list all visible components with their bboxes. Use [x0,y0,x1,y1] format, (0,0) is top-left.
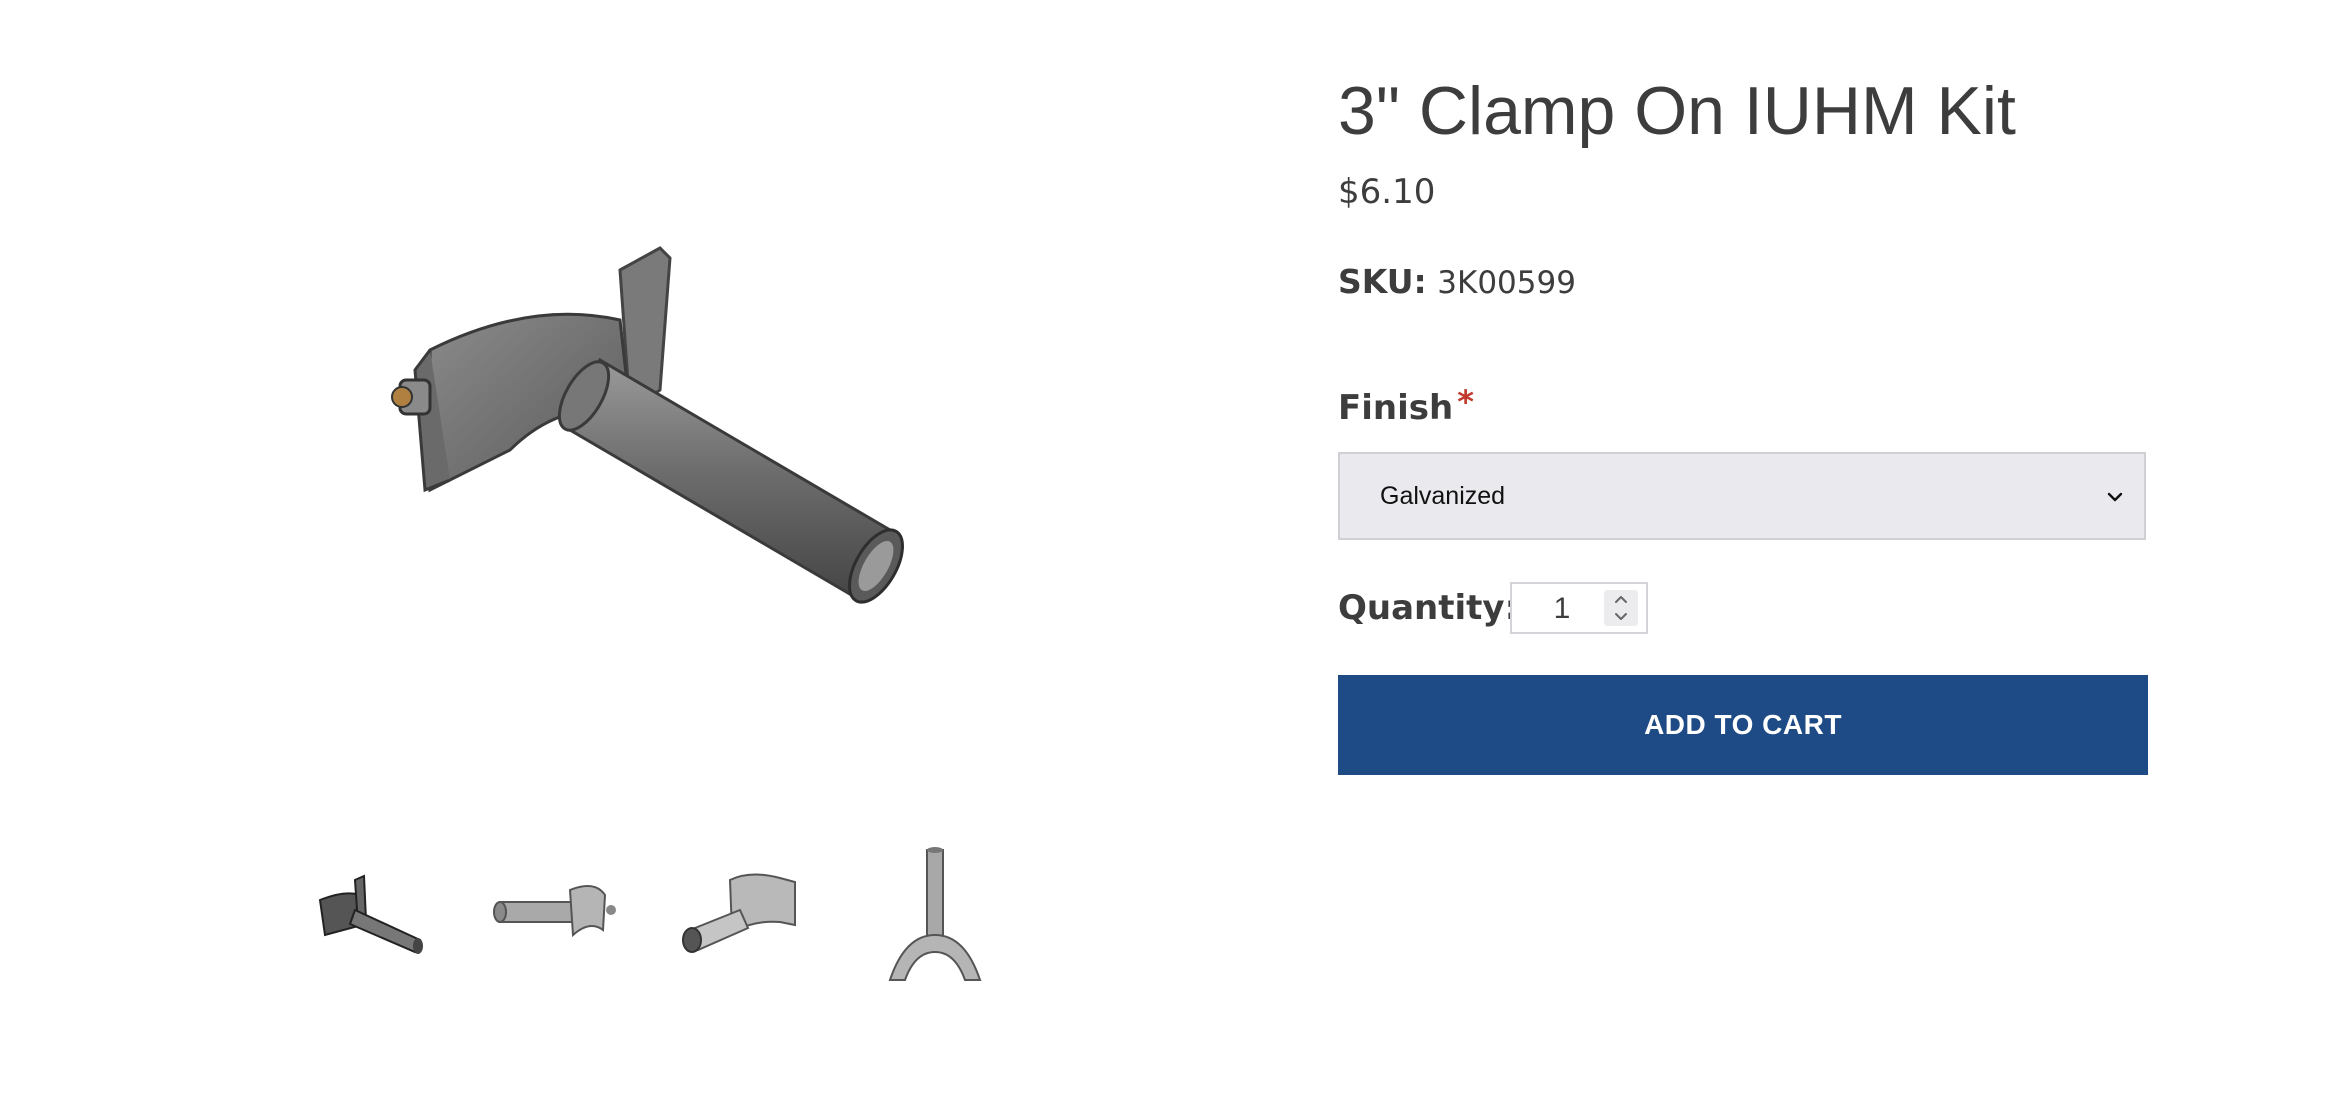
quantity-decrement[interactable] [1604,608,1638,626]
product-gallery [0,0,1250,1104]
thumbnail-3[interactable] [670,840,810,990]
thumbnail-strip [300,840,1000,990]
finish-label: Finish * [1338,383,1474,428]
thumbnail-4[interactable] [855,840,995,990]
required-marker: * [1457,383,1474,421]
product-title: 3" Clamp On IUHM Kit [1338,73,2016,149]
thumbnail-2[interactable] [485,840,625,990]
quantity-input[interactable]: 1 [1510,582,1648,634]
finish-label-text: Finish [1338,388,1454,428]
thumbnail-1[interactable] [300,840,440,990]
quantity-stepper[interactable] [1604,590,1638,626]
finish-select[interactable]: Galvanized [1338,452,2146,540]
product-price: $6.10 [1338,172,1436,212]
chevron-up-icon [1615,596,1627,603]
quantity-increment[interactable] [1604,590,1638,608]
quantity-value: 1 [1553,592,1571,625]
chevron-down-icon [1615,613,1627,620]
add-to-cart-button[interactable]: ADD TO CART [1338,675,2148,775]
sku-value: 3K00599 [1437,265,1576,301]
sku-row: SKU: 3K00599 [1338,262,1576,301]
finish-select-value: Galvanized [1380,481,1506,510]
sku-label: SKU: [1338,262,1427,301]
main-product-image[interactable] [330,200,980,660]
chevron-down-icon [2107,492,2123,502]
quantity-label: Quantity: [1338,588,1519,628]
